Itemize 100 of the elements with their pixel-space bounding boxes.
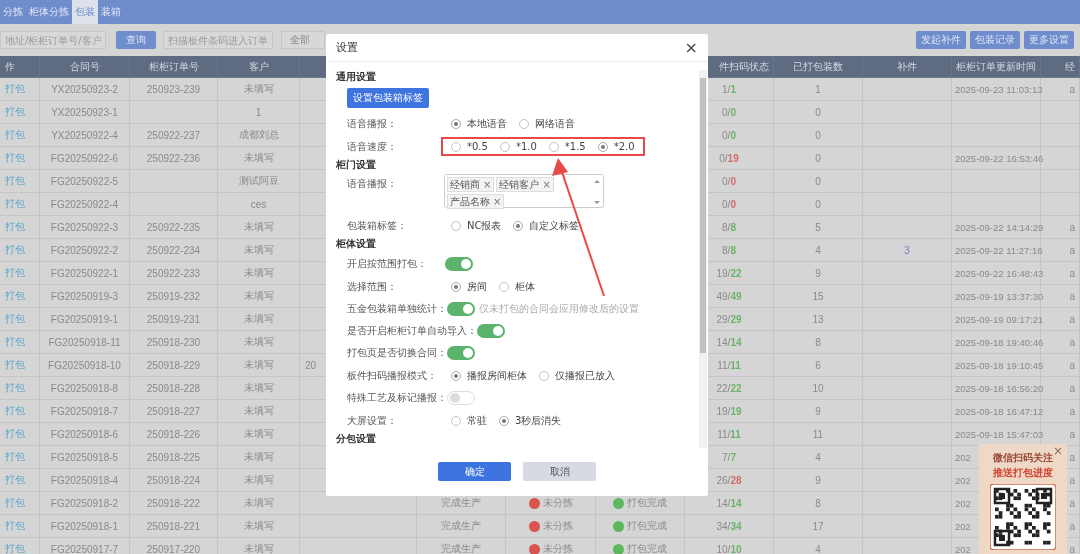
toolbar-button[interactable]: 更多设置 (1024, 31, 1074, 49)
action-link[interactable]: 打包 (5, 473, 25, 487)
sort-status: 未分拣 (542, 542, 573, 554)
toolbar-button[interactable]: 发起补件 (916, 31, 966, 49)
filter-select[interactable]: 全部 (281, 31, 325, 49)
supplement-link[interactable]: 3 (904, 244, 910, 256)
action-link[interactable]: 打包 (5, 335, 25, 349)
table-cell: 250919-231 (130, 308, 218, 331)
table-cell: 2025-09-22 14:14:29 (952, 216, 1041, 239)
action-link[interactable]: 打包 (5, 542, 25, 554)
scan-total: 14 (730, 336, 742, 348)
table-cell: FG20250918-7 (40, 400, 130, 423)
table-cell: 250922-237 (130, 124, 218, 147)
scan-total: 0 (730, 175, 736, 187)
radio-option[interactable]: 常驻 (451, 413, 487, 428)
toggle-switch[interactable] (445, 257, 473, 271)
table-cell: FG20250918-10 (40, 354, 130, 377)
remove-tag-button[interactable]: × (483, 179, 492, 190)
tag-select-field[interactable]: 经销商 × 经销客户 × 产品名称 × (444, 174, 604, 208)
confirm-button[interactable]: 确定 (438, 462, 511, 481)
scan-count: 29/ (716, 313, 731, 325)
radio-option[interactable]: 网络语音 (519, 116, 575, 131)
action-link[interactable]: 打包 (5, 496, 25, 510)
radio-option[interactable]: *2.0 (597, 141, 635, 152)
cancel-button[interactable]: 取消 (523, 462, 596, 481)
radio-option[interactable]: 仅播报已放入 (539, 368, 615, 383)
close-button[interactable]: × (1052, 444, 1063, 458)
action-link[interactable]: 打包 (5, 266, 25, 280)
radio-option[interactable]: 柜体 (499, 279, 535, 294)
action-link[interactable]: 打包 (5, 358, 25, 372)
section-heading: 通用设置 (336, 71, 376, 82)
radio-label: *1.5 (564, 141, 586, 152)
radio-option[interactable]: *1.0 (499, 141, 537, 152)
toggle-switch[interactable] (447, 391, 475, 405)
query-button[interactable]: 查询 (116, 31, 156, 49)
radio-label: 自定义标签 (529, 218, 580, 233)
scan-count: 49/ (716, 290, 731, 302)
action-link[interactable]: 打包 (5, 82, 25, 96)
table-cell: 8 (774, 492, 863, 515)
radio-option[interactable]: 播报房间柜体 (451, 368, 527, 383)
action-link[interactable]: 打包 (5, 381, 25, 395)
scan-total: 0 (730, 106, 736, 118)
label-settings-button[interactable]: 设置包装箱标签 (347, 88, 429, 108)
toolbar-button[interactable]: 包装记录 (970, 31, 1020, 49)
scan-count: 1/ (722, 83, 731, 95)
table-cell: 250922-234 (130, 239, 218, 262)
nav-tab[interactable]: 包装 (72, 0, 98, 24)
remove-tag-button[interactable]: × (493, 196, 502, 207)
action-link[interactable]: 打包 (5, 174, 25, 188)
radio-option[interactable]: 房间 (451, 279, 487, 294)
table-cell: 2025-09-23 11:03:13 (952, 78, 1041, 101)
table-cell: 2025-09-19 09:17:21 (952, 308, 1041, 331)
table-cell: a (1041, 78, 1080, 101)
scan-count: 8/ (722, 244, 731, 256)
action-link[interactable]: 打包 (5, 289, 25, 303)
table-cell: FG20250922-5 (40, 170, 130, 193)
pack-status: 打包完成 (627, 496, 667, 510)
toggle-switch[interactable] (447, 302, 475, 316)
radio-option[interactable]: NC报表 (451, 218, 502, 233)
radio-option[interactable]: 本地语音 (451, 116, 507, 131)
close-button[interactable]: × (684, 39, 698, 56)
radio-option[interactable]: *1.5 (548, 141, 586, 152)
action-link[interactable]: 打包 (5, 128, 25, 142)
scan-count: 14/ (716, 336, 731, 348)
table-cell: 1 (218, 101, 300, 124)
table-cell: 9 (774, 469, 863, 492)
action-link[interactable]: 打包 (5, 151, 25, 165)
table-cell: 0 (774, 101, 863, 124)
radio-option[interactable]: 自定义标签 (513, 218, 580, 233)
action-link[interactable]: 打包 (5, 519, 25, 533)
sort-status: 未分拣 (542, 519, 573, 533)
column-header: 合同号 (69, 59, 100, 74)
action-link[interactable]: 打包 (5, 243, 25, 257)
table-cell: FG20250918-6 (40, 423, 130, 446)
scan-total: 19 (727, 152, 739, 164)
table-cell: 0 (774, 193, 863, 216)
action-link[interactable]: 打包 (5, 220, 25, 234)
scrollbar[interactable] (699, 70, 707, 448)
action-link[interactable]: 打包 (5, 427, 25, 441)
radio-option[interactable]: *0.5 (451, 141, 488, 152)
toggle-switch[interactable] (477, 324, 505, 338)
remove-tag-button[interactable]: × (542, 179, 551, 190)
scan-count: 11/ (717, 359, 731, 371)
field-label: 语音播报： (347, 116, 398, 131)
nav-tab[interactable]: 分拣 (0, 0, 26, 24)
table-cell: FG20250922-2 (40, 239, 130, 262)
action-link[interactable]: 打包 (5, 404, 25, 418)
action-link[interactable]: 打包 (5, 197, 25, 211)
action-link[interactable]: 打包 (5, 105, 25, 119)
nav-tab[interactable]: 装箱 (98, 0, 124, 24)
action-link[interactable]: 打包 (5, 450, 25, 464)
toggle-switch[interactable] (447, 346, 475, 360)
column-header: 件扫码状态 (719, 59, 769, 74)
field-label: 是否开启柜柜订单自动导入： (347, 324, 477, 338)
nav-tab[interactable]: 柜体分拣 (26, 0, 72, 24)
field-label: 语音速度： (347, 139, 398, 154)
action-link[interactable]: 打包 (5, 312, 25, 326)
radio-label: 常驻 (467, 413, 487, 428)
radio-option[interactable]: 3秒后消失 (499, 413, 562, 428)
table-cell: YX20250923-1 (40, 101, 130, 124)
